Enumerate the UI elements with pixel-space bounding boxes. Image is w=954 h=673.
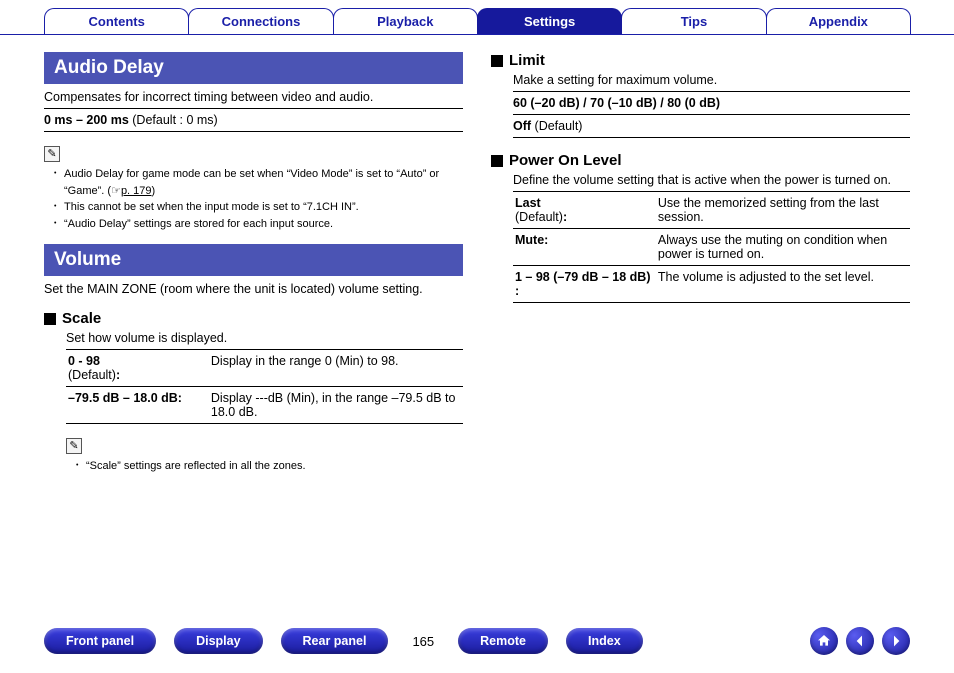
limit-off-tail: (Default) <box>531 119 582 133</box>
tab-underline <box>0 34 954 35</box>
pencil-icon: ✎ <box>66 438 82 454</box>
square-bullet-icon <box>44 313 56 325</box>
home-icon[interactable] <box>810 627 838 655</box>
tab-settings[interactable]: Settings <box>477 8 622 34</box>
tab-playback[interactable]: Playback <box>333 8 478 34</box>
opt-val: Display ---dB (Min), in the range –79.5 … <box>209 387 463 424</box>
volume-desc: Set the MAIN ZONE (room where the unit i… <box>44 282 463 296</box>
opt-key: Mute: <box>515 233 548 247</box>
left-column: Audio Delay Compensates for incorrect ti… <box>44 52 463 475</box>
opt-default: (Default) <box>68 368 116 382</box>
opt-val: Display in the range 0 (Min) to 98. <box>209 350 463 387</box>
divider <box>44 131 463 132</box>
page-link[interactable]: p. 179 <box>121 185 152 197</box>
table-row: Mute: Always use the muting on condition… <box>513 229 910 266</box>
scale-options-table: 0 - 98 (Default): Display in the range 0… <box>66 349 463 424</box>
note-item: This cannot be set when the input mode i… <box>54 199 463 216</box>
audio-delay-range: 0 ms – 200 ms (Default : 0 ms) <box>44 111 463 129</box>
scale-desc: Set how volume is displayed. <box>66 331 463 345</box>
note-item: Audio Delay for game mode can be set whe… <box>54 166 463 199</box>
table-row: Last (Default): Use the memorized settin… <box>513 192 910 229</box>
note-item: “Scale” settings are reflected in all th… <box>76 458 463 475</box>
limit-desc: Make a setting for maximum volume. <box>513 73 910 87</box>
top-tab-nav: Contents Connections Playback Settings T… <box>0 0 954 38</box>
main-content: Audio Delay Compensates for incorrect ti… <box>0 38 954 475</box>
opt-val: Always use the muting on condition when … <box>656 229 910 266</box>
opt-colon: : <box>563 210 567 224</box>
table-row: 0 - 98 (Default): Display in the range 0… <box>66 350 463 387</box>
square-bullet-icon <box>491 155 503 167</box>
divider <box>513 114 910 115</box>
rear-panel-button[interactable]: Rear panel <box>281 628 389 654</box>
scale-title: Scale <box>62 310 101 327</box>
scale-notes: ✎ “Scale” settings are reflected in all … <box>66 438 463 475</box>
audio-delay-range-bold: 0 ms – 200 ms <box>44 113 129 127</box>
opt-default: (Default) <box>515 210 563 224</box>
front-panel-button[interactable]: Front panel <box>44 628 156 654</box>
section-volume-title: Volume <box>44 244 463 276</box>
opt-colon: : <box>116 368 120 382</box>
subsection-scale: Scale <box>44 310 463 327</box>
table-row: 1 – 98 (–79 dB – 18 dB) : The volume is … <box>513 266 910 303</box>
tab-tips[interactable]: Tips <box>621 8 766 34</box>
tab-contents[interactable]: Contents <box>44 8 189 34</box>
opt-val: The volume is adjusted to the set level. <box>656 266 910 303</box>
opt-key: 1 – 98 (–79 dB – 18 dB) : <box>515 270 650 298</box>
limit-off: Off <box>513 119 531 133</box>
subsection-limit: Limit <box>491 52 910 69</box>
limit-title: Limit <box>509 52 545 69</box>
pol-title: Power On Level <box>509 152 622 169</box>
square-bullet-icon <box>491 55 503 67</box>
section-audio-delay-title: Audio Delay <box>44 52 463 84</box>
note-tail: ) <box>152 185 156 197</box>
tab-connections[interactable]: Connections <box>188 8 333 34</box>
subsection-power-on-level: Power On Level <box>491 152 910 169</box>
footer-nav: Front panel Display Rear panel 165 Remot… <box>0 627 954 655</box>
table-row: –79.5 dB – 18.0 dB: Display ---dB (Min),… <box>66 387 463 424</box>
page-number: 165 <box>406 634 440 649</box>
next-icon[interactable] <box>882 627 910 655</box>
audio-delay-notes: ✎ Audio Delay for game mode can be set w… <box>44 146 463 232</box>
limit-options: 60 (–20 dB) / 70 (–10 dB) / 80 (0 dB) Of… <box>513 91 910 138</box>
opt-key: Last <box>515 196 541 210</box>
tab-appendix[interactable]: Appendix <box>766 8 911 34</box>
footer-nav-icons <box>810 627 910 655</box>
opt-val: Use the memorized setting from the last … <box>656 192 910 229</box>
remote-button[interactable]: Remote <box>458 628 548 654</box>
divider <box>513 137 910 138</box>
pol-desc: Define the volume setting that is active… <box>513 173 910 187</box>
opt-key: 0 - 98 <box>68 354 100 368</box>
opt-key: –79.5 dB – 18.0 dB: <box>68 391 182 405</box>
divider <box>513 91 910 92</box>
audio-delay-desc: Compensates for incorrect timing between… <box>44 90 463 104</box>
display-button[interactable]: Display <box>174 628 262 654</box>
audio-delay-range-tail: (Default : 0 ms) <box>129 113 218 127</box>
limit-line1: 60 (–20 dB) / 70 (–10 dB) / 80 (0 dB) <box>513 96 720 110</box>
index-button[interactable]: Index <box>566 628 643 654</box>
pol-options-table: Last (Default): Use the memorized settin… <box>513 191 910 303</box>
divider <box>44 108 463 109</box>
right-column: Limit Make a setting for maximum volume.… <box>491 52 910 475</box>
note-item: “Audio Delay” settings are stored for ea… <box>54 216 463 233</box>
page-ref-icon: ☞ <box>111 185 121 197</box>
prev-icon[interactable] <box>846 627 874 655</box>
pencil-icon: ✎ <box>44 146 60 162</box>
